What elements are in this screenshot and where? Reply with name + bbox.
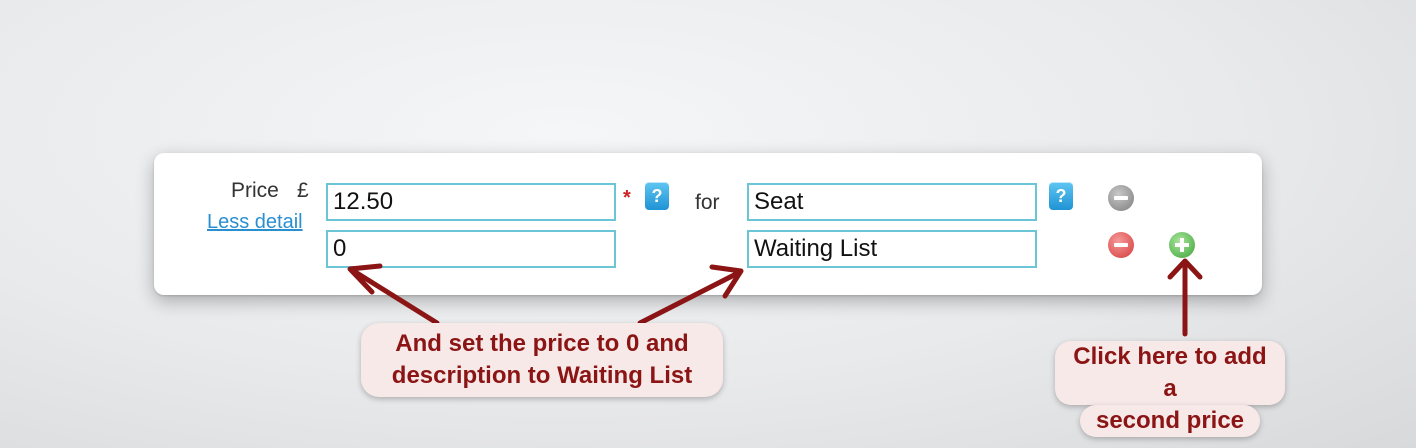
price-field[interactable] [326,183,616,221]
set-price-callout: And set the price to 0 and description t… [361,323,723,397]
price-help-icon[interactable]: ? [645,182,669,210]
description-help-icon[interactable]: ? [1049,182,1073,210]
remove-price-disabled-icon [1108,185,1134,211]
required-marker: * [623,187,631,209]
remove-price-button[interactable] [1108,232,1134,258]
add-price-callout-line1: Click here to add a [1055,341,1285,405]
currency-symbol: £ [297,179,309,202]
minus-icon [1114,243,1128,247]
add-price-callout: Click here to add a second price [1038,337,1302,441]
less-detail-link[interactable]: Less detail [207,211,303,234]
add-price-callout-line2: second price [1079,405,1261,437]
for-label: for [695,191,720,214]
add-price-button[interactable] [1169,232,1195,258]
description-field[interactable] [747,183,1037,221]
second-description-field[interactable] [747,230,1037,268]
price-label: Price [231,179,279,202]
second-price-field[interactable] [326,230,616,268]
price-panel: Price £ Less detail * ? for ? [154,153,1262,295]
plus-icon [1175,238,1189,252]
